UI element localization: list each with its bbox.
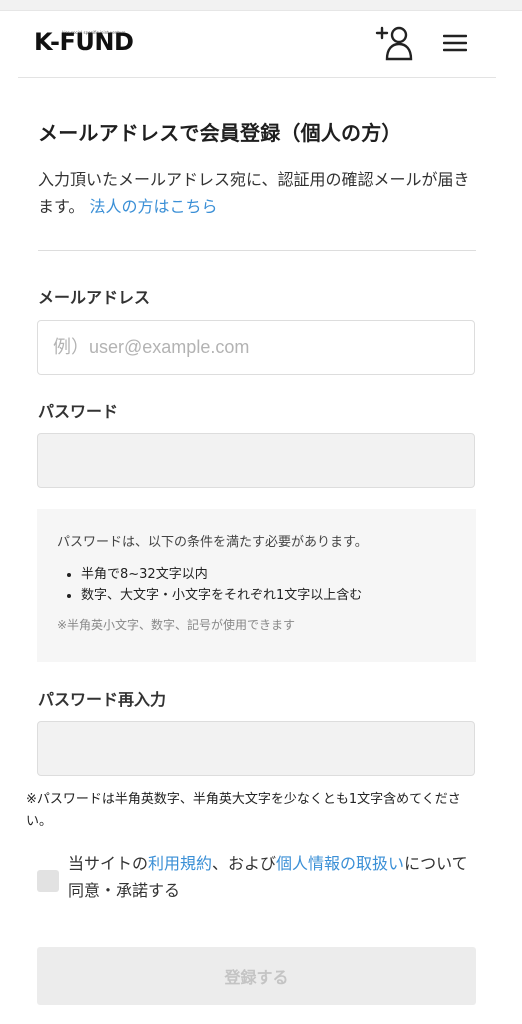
password-rules-intro: パスワードは、以下の条件を満たす必要があります。 bbox=[57, 535, 368, 550]
add-user-icon[interactable] bbox=[374, 25, 414, 61]
agreement-text: 当サイトの利用規約、および個人情報の取扱いについて同意・承諾する bbox=[68, 850, 478, 904]
email-label: メールアドレス bbox=[38, 288, 151, 307]
password-rules-box: パスワードは、以下の条件を満たす必要があります。 半角で8~32文字以内 数字、… bbox=[37, 509, 476, 662]
register-button[interactable]: 登録する bbox=[37, 947, 476, 1005]
agreement-checkbox[interactable] bbox=[37, 870, 59, 892]
password-rule-item: 数字、大文字・小文字をそれぞれ1文字以上含む bbox=[81, 585, 476, 606]
password-confirm-field[interactable] bbox=[37, 721, 475, 776]
terms-of-use-link[interactable]: 利用規約 bbox=[148, 854, 212, 873]
corporate-registration-link[interactable]: 法人の方はこちら bbox=[90, 197, 218, 216]
password-label: パスワード bbox=[38, 402, 119, 421]
hamburger-menu-icon[interactable] bbox=[442, 33, 468, 53]
page-title: メールアドレスで会員登録（個人の方） bbox=[38, 121, 402, 145]
password-hint: ※パスワードは半角英数字、半角英大文字を少なくとも1文字含めてください。 bbox=[26, 792, 461, 829]
section-divider bbox=[38, 250, 476, 251]
password-rules-note: ※半角英小文字、数字、記号が使用できます bbox=[57, 618, 296, 632]
email-field[interactable] bbox=[37, 320, 475, 375]
k-fund-logo[interactable]: kiss social specific joint venture K-FUN… bbox=[34, 26, 148, 60]
browser-top-strip bbox=[0, 0, 522, 11]
password-rule-item: 半角で8~32文字以内 bbox=[81, 564, 476, 585]
password-confirm-label: パスワード再入力 bbox=[38, 690, 167, 709]
password-field[interactable] bbox=[37, 433, 475, 488]
agreement-middle: 、および bbox=[212, 854, 277, 873]
privacy-policy-link[interactable]: 個人情報の取扱い bbox=[276, 854, 404, 873]
agreement-prefix: 当サイトの bbox=[68, 854, 149, 873]
intro-text-block: 入力頂いたメールアドレス宛に、認証用の確認メールが届きます。 法人の方はこちら bbox=[38, 166, 478, 220]
password-rules-list: 半角で8~32文字以内 数字、大文字・小文字をそれぞれ1文字以上含む bbox=[57, 564, 476, 606]
logo-text: K-FUND bbox=[34, 28, 134, 56]
site-header: kiss social specific joint venture K-FUN… bbox=[18, 11, 496, 78]
